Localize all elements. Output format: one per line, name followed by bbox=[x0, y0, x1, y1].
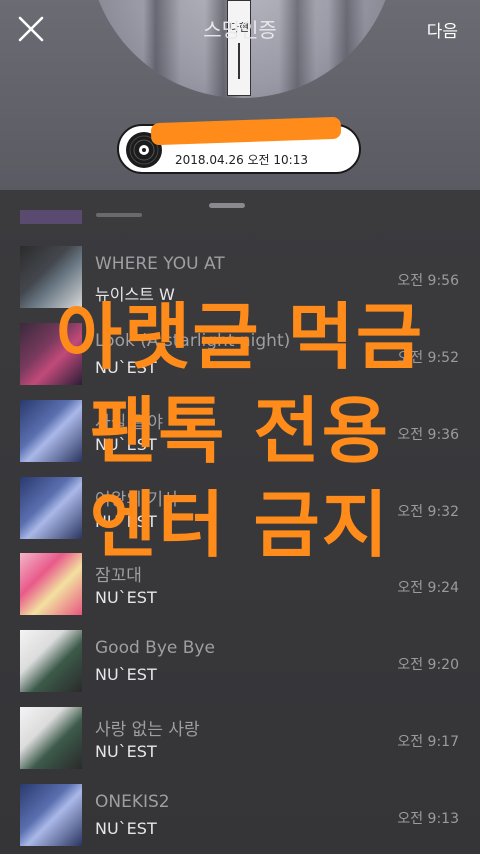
album-cover bbox=[20, 553, 82, 615]
track-time: 오전 9:13 bbox=[397, 811, 459, 827]
redaction-scribble bbox=[150, 116, 342, 146]
track-artist: NU`EST bbox=[95, 358, 157, 377]
album-cover bbox=[20, 477, 82, 539]
album-cover bbox=[20, 630, 82, 692]
track-time: 오전 9:52 bbox=[397, 350, 459, 366]
album-cover bbox=[20, 323, 82, 385]
sheet-drag-handle[interactable] bbox=[209, 203, 245, 208]
track-title: WHERE YOU AT bbox=[95, 254, 225, 274]
track-artist: NU`EST bbox=[95, 512, 157, 531]
track-title: 여왕의 기사 bbox=[95, 490, 179, 510]
track-row[interactable]: ONEKIS2 NU`EST 오전 9:13 bbox=[0, 784, 480, 854]
next-button[interactable]: 다음 bbox=[427, 17, 458, 42]
album-cover bbox=[20, 784, 82, 846]
track-artist: 뉴이스트 W bbox=[95, 285, 175, 304]
track-row[interactable]: 여왕의 기사 NU`EST 오전 9:32 bbox=[0, 477, 480, 553]
track-title: 사랑 없는 사랑 bbox=[95, 720, 200, 740]
track-row[interactable]: Good Bye Bye NU`EST 오전 9:20 bbox=[0, 630, 480, 706]
track-time: 오전 9:17 bbox=[397, 734, 459, 750]
track-artist: NU`EST bbox=[95, 435, 157, 454]
now-playing-pill[interactable]: 2018.04.26 오전 10:13 bbox=[117, 116, 361, 174]
track-artist: NU`EST bbox=[95, 588, 157, 607]
track-time: 오전 9:56 bbox=[397, 273, 459, 289]
track-row[interactable]: 사랑 없는 사랑 NU`EST 오전 9:17 bbox=[0, 707, 480, 783]
track-row[interactable]: WHERE YOU AT 뉴이스트 W 오전 9:56 bbox=[0, 246, 480, 322]
track-title: ONEKIS2 bbox=[95, 792, 170, 812]
album-cover bbox=[20, 707, 82, 769]
track-time: 오전 9:20 bbox=[397, 657, 459, 673]
track-time: 오전 9:32 bbox=[397, 504, 459, 520]
track-artist: NU`EST bbox=[95, 819, 157, 838]
now-playing-date: 2018.04.26 오전 10:13 bbox=[175, 153, 308, 167]
now-playing-header: 다현 스밍인증 다음 2018.04.26 오전 10:13 bbox=[0, 0, 480, 190]
track-row[interactable]: 사실 말야 NU`EST 오전 9:36 bbox=[0, 400, 480, 476]
track-title: Good Bye Bye bbox=[95, 638, 215, 658]
track-row[interactable]: Look (A starlight night) NU`EST 오전 9:52 bbox=[0, 323, 480, 399]
track-artist: NU`EST bbox=[95, 665, 157, 684]
album-cover bbox=[20, 400, 82, 462]
page-title: 스밍인증 bbox=[203, 18, 277, 42]
track-title: Look (A starlight night) bbox=[95, 331, 291, 351]
track-time: 오전 9:36 bbox=[397, 427, 459, 443]
track-time: 오전 9:24 bbox=[397, 580, 459, 596]
album-cover-partial bbox=[20, 210, 82, 224]
track-title: 잠꼬대 bbox=[95, 566, 142, 586]
track-row[interactable]: 잠꼬대 NU`EST 오전 9:24 bbox=[0, 553, 480, 629]
track-artist: NU`EST bbox=[95, 742, 157, 761]
track-title: 사실 말야 bbox=[95, 413, 163, 433]
album-cover bbox=[20, 246, 82, 308]
